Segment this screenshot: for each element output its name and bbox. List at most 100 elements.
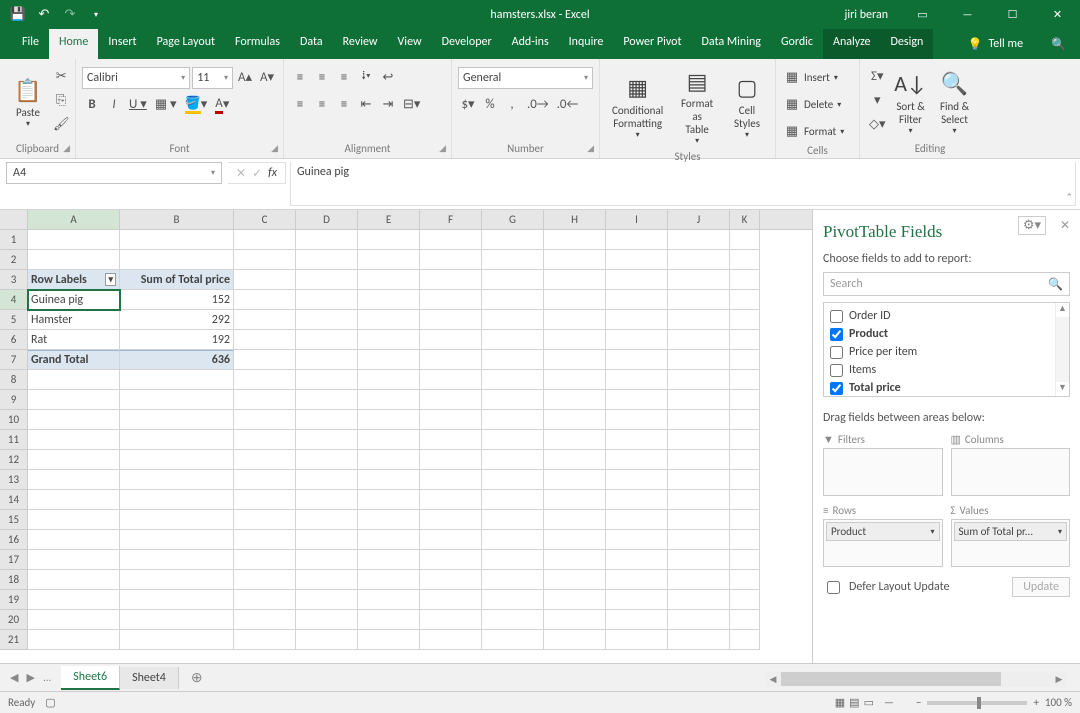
cell[interactable] <box>358 550 420 570</box>
cell[interactable] <box>358 410 420 430</box>
row-header[interactable]: 15 <box>0 510 28 530</box>
row-header[interactable]: 19 <box>0 590 28 610</box>
cell[interactable] <box>668 550 730 570</box>
col-header-e[interactable]: E <box>358 210 420 229</box>
col-header-c[interactable]: C <box>234 210 296 229</box>
cell[interactable] <box>120 610 234 630</box>
cell[interactable] <box>730 350 760 370</box>
area-rows[interactable]: ≡Rows Product▾ <box>823 504 943 567</box>
cell[interactable]: Rat <box>28 330 120 350</box>
cell[interactable] <box>358 250 420 270</box>
cell[interactable] <box>606 290 668 310</box>
border-icon[interactable]: ▦ ▾ <box>152 94 180 116</box>
cell[interactable] <box>420 370 482 390</box>
cell[interactable] <box>730 570 760 590</box>
field-checkbox[interactable] <box>830 382 843 395</box>
cell[interactable] <box>668 530 730 550</box>
cell[interactable] <box>544 510 606 530</box>
cell[interactable] <box>482 630 544 650</box>
minimize-icon[interactable]: — <box>945 0 990 29</box>
cell[interactable] <box>544 630 606 650</box>
cell[interactable] <box>358 230 420 250</box>
cell[interactable] <box>544 550 606 570</box>
cell[interactable] <box>482 310 544 330</box>
cell[interactable] <box>730 290 760 310</box>
formula-input[interactable]: Guinea pig ⌃ <box>290 162 1076 206</box>
bold-button[interactable]: B <box>82 94 102 116</box>
tab-formulas[interactable]: Formulas <box>225 29 290 59</box>
cell[interactable] <box>420 570 482 590</box>
cell[interactable] <box>730 230 760 250</box>
cell[interactable] <box>606 330 668 350</box>
cell[interactable] <box>234 350 296 370</box>
field-item[interactable]: Total price <box>824 379 1069 397</box>
cell[interactable] <box>482 470 544 490</box>
row-header[interactable]: 11 <box>0 430 28 450</box>
tab-data-mining[interactable]: Data Mining <box>692 29 771 59</box>
cell[interactable] <box>296 570 358 590</box>
tab-design[interactable]: Design <box>881 29 934 59</box>
format-cells-button[interactable]: Format <box>804 125 836 138</box>
col-header-i[interactable]: I <box>606 210 668 229</box>
cell[interactable] <box>420 270 482 290</box>
cell[interactable] <box>482 450 544 470</box>
cell[interactable] <box>420 430 482 450</box>
cell[interactable] <box>668 490 730 510</box>
ribbon-options-icon[interactable]: ▭ <box>900 0 945 29</box>
cell[interactable] <box>668 610 730 630</box>
cell[interactable] <box>28 390 120 410</box>
panel-settings-icon[interactable]: ⚙▾ <box>1018 216 1046 235</box>
cell[interactable] <box>358 290 420 310</box>
tab-analyze[interactable]: Analyze <box>823 29 881 59</box>
panel-close-icon[interactable]: ✕ <box>1060 218 1070 233</box>
cell[interactable] <box>28 230 120 250</box>
col-header-k[interactable]: K <box>730 210 760 229</box>
font-color-icon[interactable]: A▾ <box>212 94 232 116</box>
cell[interactable] <box>544 610 606 630</box>
cell[interactable] <box>544 410 606 430</box>
cell[interactable]: 152 <box>120 290 234 310</box>
cell[interactable] <box>358 470 420 490</box>
cell[interactable] <box>296 410 358 430</box>
cell[interactable] <box>120 570 234 590</box>
cell[interactable] <box>730 250 760 270</box>
delete-cells-button[interactable]: Delete <box>804 98 833 111</box>
cell-styles-button[interactable]: ▢Cell Styles▾ <box>725 61 769 150</box>
cell[interactable] <box>730 610 760 630</box>
cell[interactable] <box>482 390 544 410</box>
cell[interactable] <box>358 530 420 550</box>
cell[interactable] <box>482 430 544 450</box>
cell[interactable] <box>482 250 544 270</box>
fill-color-icon[interactable]: 🪣▾ <box>182 94 211 116</box>
cell[interactable] <box>358 430 420 450</box>
cell[interactable] <box>544 230 606 250</box>
cell[interactable] <box>296 550 358 570</box>
cell[interactable] <box>234 450 296 470</box>
row-header[interactable]: 4 <box>0 290 28 310</box>
field-item[interactable]: Price per item <box>824 343 1069 361</box>
cell[interactable] <box>420 490 482 510</box>
cell[interactable] <box>420 330 482 350</box>
cell[interactable]: 292 <box>120 310 234 330</box>
cell[interactable] <box>730 510 760 530</box>
row-header[interactable]: 18 <box>0 570 28 590</box>
cell[interactable] <box>482 330 544 350</box>
align-middle-icon[interactable]: ≡ <box>312 67 332 89</box>
cell[interactable] <box>234 230 296 250</box>
cell[interactable] <box>358 630 420 650</box>
cell[interactable] <box>358 370 420 390</box>
font-name-combo[interactable]: Calibri▾ <box>82 67 190 89</box>
cell[interactable] <box>296 510 358 530</box>
cell[interactable] <box>668 470 730 490</box>
accounting-format-icon[interactable]: $▾ <box>458 94 478 116</box>
row-header[interactable]: 1 <box>0 230 28 250</box>
cell[interactable] <box>28 470 120 490</box>
tab-developer[interactable]: Developer <box>432 29 502 59</box>
cell[interactable] <box>358 590 420 610</box>
tell-me[interactable]: 💡Tell me <box>954 29 1037 59</box>
number-format-combo[interactable]: General▾ <box>458 67 593 89</box>
cell[interactable] <box>544 310 606 330</box>
cell[interactable] <box>358 390 420 410</box>
qat-customize-icon[interactable]: ▾ <box>88 7 104 23</box>
cell[interactable] <box>606 610 668 630</box>
